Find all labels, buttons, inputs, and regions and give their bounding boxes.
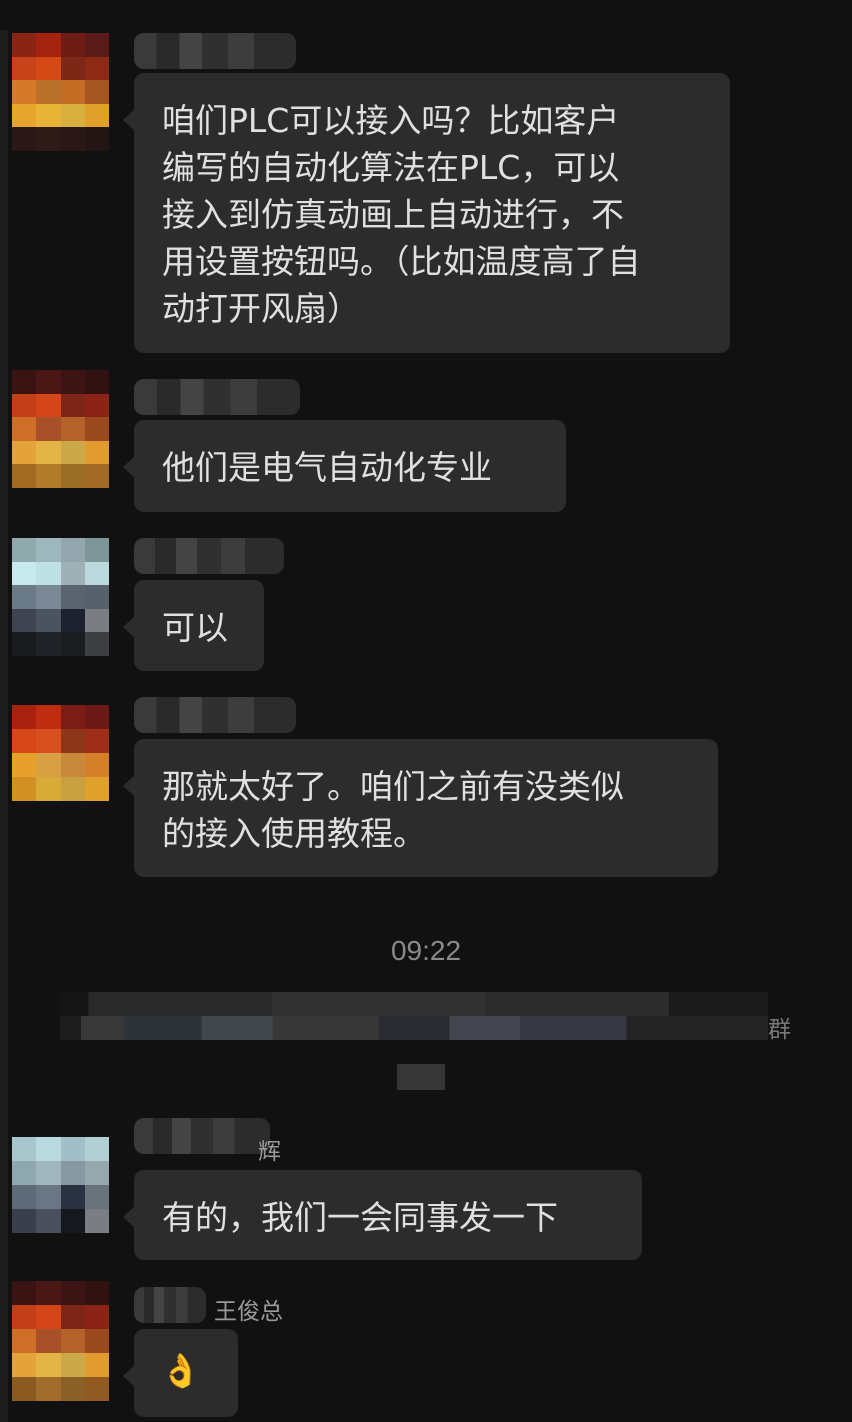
sender-name-blurred: [134, 538, 284, 574]
sender-name-blurred: [134, 697, 296, 733]
sender-name: 王俊总: [214, 1299, 283, 1325]
sender-name-blurred: [134, 379, 300, 415]
message-bubble[interactable]: 有的，我们一会同事发一下: [123, 1170, 642, 1260]
sender-avatar-orange[interactable]: [12, 1281, 109, 1401]
sender-avatar-orange[interactable]: [12, 370, 109, 488]
chat-timestamp: 09:22: [390, 935, 462, 966]
sender-avatar-orange[interactable]: [12, 705, 109, 801]
system-notice-tail: 群: [768, 1017, 791, 1043]
sender-name-visible-part: 辉: [258, 1139, 281, 1165]
message-bubble[interactable]: 👌: [123, 1329, 238, 1417]
sender-avatar-blue[interactable]: [12, 538, 109, 656]
message-bubble[interactable]: 那就太好了。咱们之前有没类似 的接入使用教程。: [123, 739, 718, 877]
system-notice-blurred: [60, 992, 768, 1040]
sender-name-blurred: [134, 33, 296, 69]
system-notice-blurred-small: [397, 1064, 445, 1090]
sender-name-blurred: [134, 1287, 206, 1323]
chat-scroll-edge: [0, 30, 8, 1422]
sender-avatar-blue[interactable]: [12, 1137, 109, 1233]
message-bubble[interactable]: 他们是电气自动化专业: [123, 420, 566, 512]
message-bubble[interactable]: 咱们PLC可以接入吗？比如客户 编写的自动化算法在PLC，可以 接入到仿真动画上…: [123, 73, 730, 353]
sender-name-blurred: [134, 1118, 270, 1154]
sender-avatar-orange[interactable]: [12, 33, 109, 151]
message-bubble[interactable]: 可以: [123, 580, 264, 671]
